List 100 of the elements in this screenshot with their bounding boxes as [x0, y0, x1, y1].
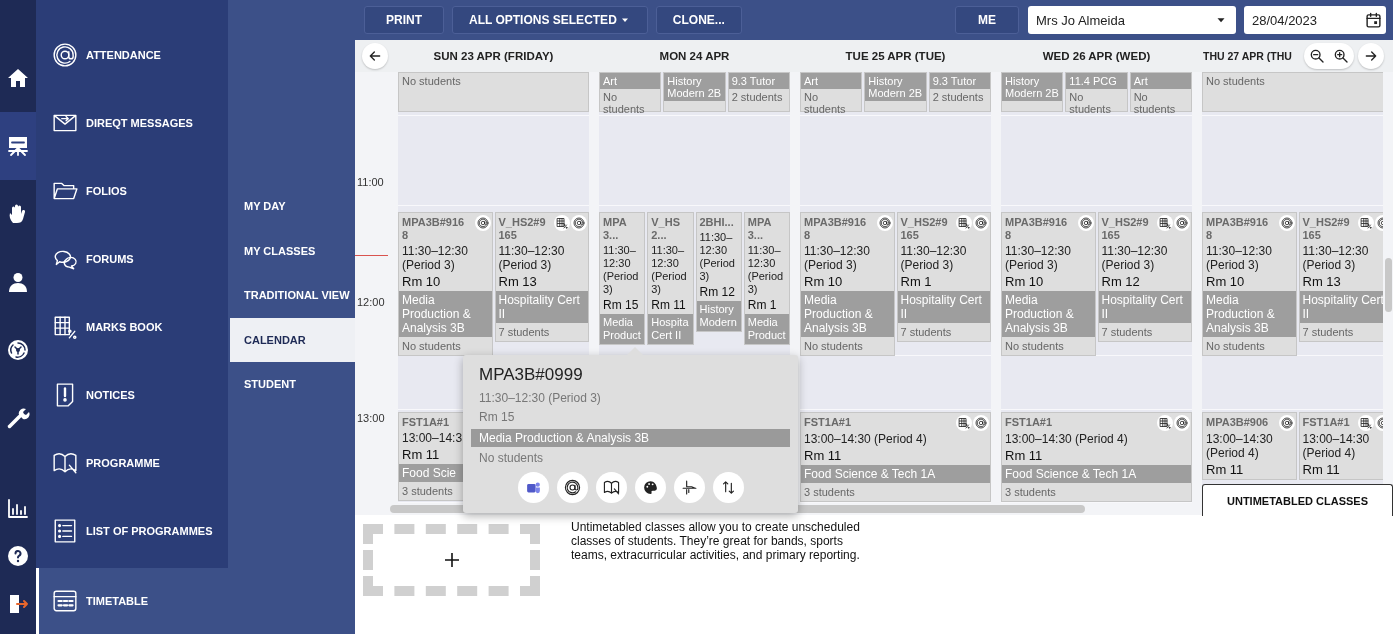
class-time: 11:30–12:30 (Period 3) [497, 243, 566, 273]
subject-band: Hospita Cert II [648, 314, 693, 344]
class-event[interactable]: FST1A#1 13:00–14:30 (Period 4) Rm 11 Food Science & Tech 1A 3 students [1001, 412, 1192, 502]
subject-band: Food Science & Tech 1A [1002, 465, 1191, 483]
class-time: 11:30–12:30 (Period 3) [401, 243, 469, 273]
menu-item[interactable]: PROGRAMME [36, 429, 228, 497]
class-time: 11:30–12:30 (Period 3) [698, 230, 736, 284]
student-count: No students [478, 450, 545, 467]
class-code: FST1A#1 [1301, 415, 1351, 430]
class-event[interactable]: V_HS2... 11:30–12:30 (Period 3) Rm 11 Hospita Cert II [647, 212, 694, 345]
class-room: Rm 10 [1205, 273, 1246, 291]
day-header: THU 27 APR (THU [1202, 50, 1292, 62]
menu-item[interactable]: TIMETABLE [36, 568, 355, 634]
student-count: No students [1004, 339, 1065, 354]
class-event[interactable]: V_HS2#9165 11:30–12:30 (Period 3) Rm 13 Hospitality Cert II 7 students [494, 212, 589, 342]
date-field[interactable]: 28/04/2023 [1244, 6, 1386, 34]
day-header: SUN 23 APR (FRIDAY) [432, 50, 555, 62]
class-event[interactable]: Art No students [800, 72, 863, 112]
subject-band: Hospitality Cert II [1299, 291, 1383, 323]
class-event[interactable]: FST1A#1 13:00–14:30 (Period 4) Rm 11 Food Science & Tech 1A 3 students [800, 412, 991, 502]
day-header: WED 26 APR (WED) [1041, 50, 1152, 62]
time-label: 13:00 [356, 412, 385, 424]
subject-band: History Modern [696, 301, 741, 331]
student-count: 3 students [1004, 485, 1057, 500]
class-event[interactable]: FST1A#1 13:00–14:30 (Period 4) Rm 11 [1298, 412, 1383, 480]
class-code: FST1A#1 [803, 415, 853, 430]
submenu-item[interactable]: MY CLASSES [230, 228, 355, 273]
teacher-select[interactable]: Mrs Jo Almeida [1028, 6, 1236, 34]
class-event[interactable]: No students [398, 72, 589, 112]
subject-band: History Modern 2B [664, 73, 725, 101]
class-room: Rm 12 [1100, 273, 1141, 291]
class-code: MPA3B#9168 [401, 215, 466, 243]
class-event[interactable]: V_HS2#9165 11:30–12:30 (Period 3) Rm 1 Hospitality Cert II 7 students [896, 212, 991, 342]
class-room: Rm 11 [1004, 447, 1044, 465]
submenu-item[interactable]: STUDENT [230, 362, 355, 407]
class-event[interactable]: MPA3B#9168 11:30–12:30 (Period 3) Rm 10 Media Production & Analysis 3B No students [1001, 212, 1096, 356]
student-count: 3 students [401, 484, 454, 499]
student-count: 7 students [1301, 325, 1355, 340]
time-label: 11:00 [356, 176, 384, 188]
class-event[interactable]: V_HS2#9165 11:30–12:30 (Period 3) Rm 12 Hospitality Cert II 7 students [1097, 212, 1192, 342]
class-time: 13:00–14:30 (Period 4) [803, 431, 928, 447]
class-code: MPA3B#9168 [803, 215, 868, 243]
class-time: 13:00–14:30 (Period 4) [1205, 431, 1274, 461]
class-event[interactable]: Art No students [599, 72, 662, 112]
menu-item[interactable]: ATTENDANCE [36, 21, 228, 89]
class-code: V_HS2#9165 [1100, 215, 1150, 243]
menu-item[interactable]: MARKS BOOK [36, 293, 228, 361]
menu-item[interactable]: FOLIOS [36, 157, 228, 225]
class-room: Rm 12 [698, 284, 736, 301]
subject-band: 11.4 PCG [1066, 73, 1127, 89]
class-room: Rm 11 [1205, 461, 1245, 479]
untimetabled-tab[interactable]: UNTIMETABLED CLASSES [1202, 484, 1393, 516]
subject-band: Media Production & Analysis 3B [399, 291, 492, 337]
toolbar-button[interactable]: ALL OPTIONS SELECTED [452, 6, 648, 34]
class-event[interactable]: 9.3 Tutor 2 students [727, 72, 790, 112]
menu-item[interactable]: DIREQT MESSAGES [36, 89, 228, 157]
class-room: Rm 11 [803, 447, 843, 465]
subject-band: Media Production & Analysis 3B [801, 291, 894, 337]
student-count: 3 students [803, 485, 856, 500]
menu-item[interactable]: NOTICES [36, 361, 228, 429]
class-room: Rm 11 [401, 446, 441, 464]
class-event[interactable]: Art No students [1129, 72, 1192, 112]
class-event[interactable]: MPA3B#9168 11:30–12:30 (Period 3) Rm 10 Media Production & Analysis 3B No students [398, 212, 493, 356]
class-event[interactable]: V_HS2#9165 11:30–12:30 (Period 3) Rm 13 Hospitality Cert II 7 students [1298, 212, 1383, 342]
toolbar-button[interactable]: CLONE... [655, 6, 742, 34]
class-time: 13:00–14:30 (Period 4) [1004, 431, 1129, 447]
class-event[interactable]: MPA3B#906 13:00–14:30 (Period 4) Rm 11 [1202, 412, 1297, 480]
student-count: 2 students [730, 90, 784, 105]
submenu-item[interactable]: MY DAY [230, 184, 355, 229]
time-label: 12:00 [356, 296, 385, 308]
class-code: MPA3B#9168 [1205, 215, 1270, 243]
popup-title: MPA3B#0999 [478, 365, 584, 386]
student-count: 7 students [1100, 325, 1154, 340]
submenu-item[interactable]: CALENDAR [230, 317, 355, 362]
class-code: FST1A#1 [401, 415, 451, 430]
student-count: No students [401, 339, 462, 354]
submenu-item[interactable]: TRADITIONAL VIEW [230, 273, 355, 318]
class-event[interactable]: 11.4 PCG No students [1065, 72, 1128, 112]
class-event[interactable]: MPA3... 11:30–12:30 (Period 3) Rm 1 Media Product [743, 212, 790, 345]
class-event[interactable]: 2BHI... 11:30–12:30 (Period 3) Rm 12 History Modern [695, 212, 742, 332]
subject-band: Art [600, 73, 661, 89]
subject-band: Media Production & Analysis 3B [1002, 291, 1095, 337]
me-button[interactable]: ME [955, 6, 1019, 34]
class-event[interactable]: MPA3... 11:30–12:30 (Period 3) Rm 15 Media Product [599, 212, 646, 345]
class-code: V_HS2#9165 [497, 215, 547, 243]
class-event[interactable]: No students [1202, 72, 1383, 112]
class-event[interactable]: 9.3 Tutor 2 students [928, 72, 991, 112]
day-header: MON 24 APR [658, 50, 731, 62]
subject-band: Hospitality Cert II [495, 291, 588, 323]
menu-item[interactable]: LIST OF PROGRAMMES [36, 497, 228, 565]
class-time: 11:30–12:30 (Period 3) [803, 243, 871, 273]
subject-band: Media Production & Analysis 3B [471, 429, 790, 447]
menu-item[interactable]: FORUMS [36, 225, 228, 293]
class-code: MPA3... [602, 215, 628, 243]
class-code: V_HS2#9165 [1301, 215, 1351, 243]
class-event[interactable]: MPA3B#9168 11:30–12:30 (Period 3) Rm 10 Media Production & Analysis 3B No students [1202, 212, 1297, 356]
class-code: MPA3B#906 [1205, 415, 1270, 430]
class-event[interactable]: MPA3B#9168 11:30–12:30 (Period 3) Rm 10 Media Production & Analysis 3B No students [800, 212, 895, 356]
class-time: 13:00–14:3 [401, 430, 464, 446]
toolbar-button[interactable]: PRINT [364, 6, 444, 34]
